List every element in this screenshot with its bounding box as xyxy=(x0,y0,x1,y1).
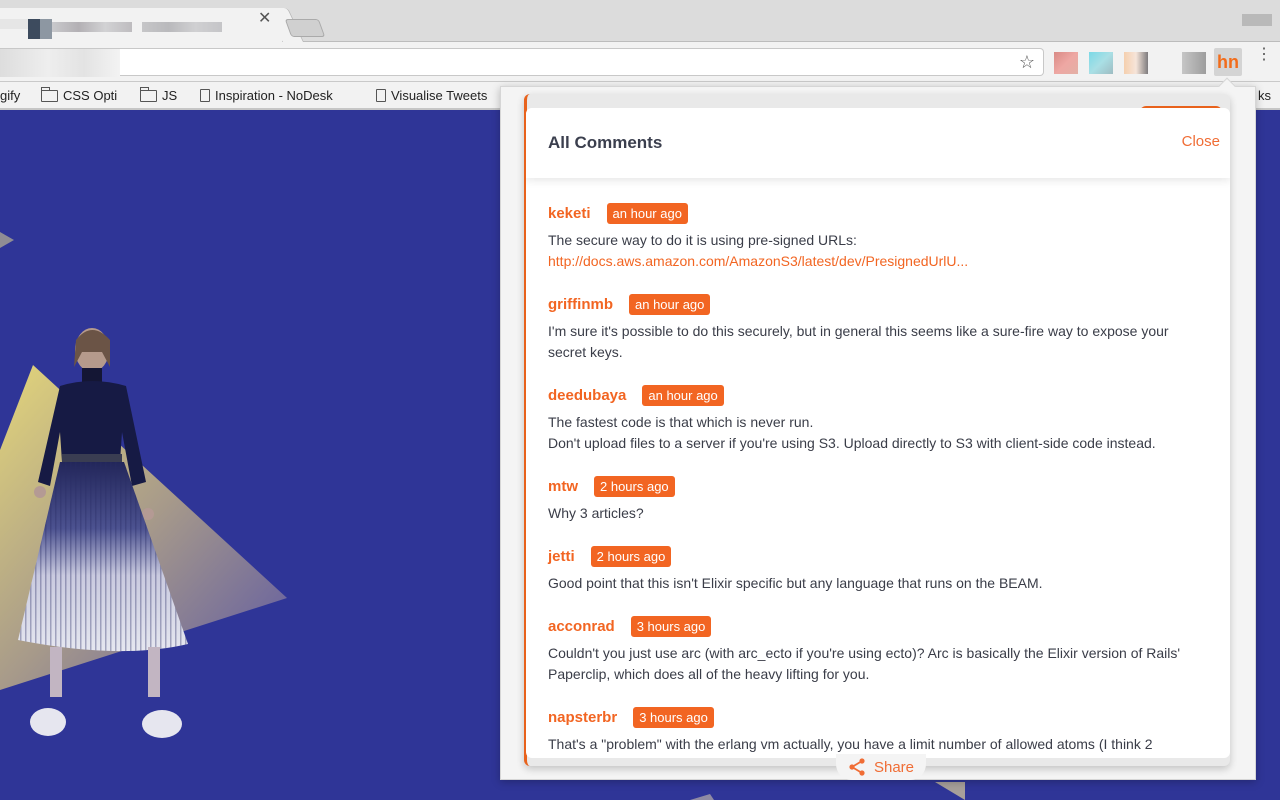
comment-body: That's a "problem" with the erlang vm ac… xyxy=(548,734,1208,755)
comment-username[interactable]: mtw xyxy=(548,478,578,495)
bookmark-label: gify xyxy=(0,88,21,103)
comment-header: acconrad 3 hours ago xyxy=(548,615,1208,637)
decorative-triangle-small xyxy=(0,232,14,248)
comment-username[interactable]: jetti xyxy=(548,548,575,565)
page-icon xyxy=(376,89,386,102)
bookmark-label: Visualise Tweets xyxy=(391,88,488,103)
modal-header: All Comments Close xyxy=(526,108,1230,178)
fashion-model-image xyxy=(18,328,188,738)
share-icon xyxy=(849,758,865,776)
page-icon xyxy=(200,89,210,102)
bookmark-label: ks xyxy=(1258,88,1271,103)
comment-text-line: That's a "problem" with the erlang vm ac… xyxy=(548,736,1153,752)
tab-strip: ✕ xyxy=(0,0,1280,42)
url-blurred xyxy=(0,49,120,77)
extension-icon-3[interactable] xyxy=(1124,52,1148,74)
comment-username[interactable]: deedubaya xyxy=(548,387,626,404)
comment-body: Couldn't you just use arc (with arc_ecto… xyxy=(548,643,1208,685)
comment-link[interactable]: http://docs.aws.amazon.com/AmazonS3/late… xyxy=(548,251,1208,272)
extension-icon-4[interactable] xyxy=(1182,52,1206,74)
comment-text-line: Good point that this isn't Elixir specif… xyxy=(548,575,1043,591)
bookmark-label: CSS Opti xyxy=(63,88,118,103)
comment-item: mtw 2 hours ago Why 3 articles? xyxy=(548,475,1208,524)
comment-text-line: Why 3 articles? xyxy=(548,505,644,521)
comment-timestamp-badge[interactable]: an hour ago xyxy=(629,293,711,315)
comment-timestamp-badge[interactable]: an hour ago xyxy=(642,384,724,406)
tab-close-icon[interactable]: ✕ xyxy=(258,8,271,28)
comment-text-line: The fastest code is that which is never … xyxy=(548,414,814,430)
comment-timestamp-badge[interactable]: 2 hours ago xyxy=(590,545,672,567)
comment-text-line: The secure way to do it is using pre-sig… xyxy=(548,232,857,248)
comment-body: The fastest code is that which is never … xyxy=(548,412,1208,454)
comment-item: acconrad 3 hours ago Couldn't you just use… xyxy=(548,615,1208,685)
comment-item: napsterbr 3 hours ago That's a "problem" w… xyxy=(548,706,1208,755)
comments-modal: All Comments Close keketi an hour ago The … xyxy=(526,108,1230,758)
comments-list[interactable]: keketi an hour ago The secure way to do it… xyxy=(526,178,1230,758)
bookmark-folder[interactable]: JS xyxy=(140,86,178,103)
bookmark-label: Inspiration - NoDesk xyxy=(215,88,333,103)
share-button[interactable]: Share xyxy=(836,754,926,780)
window-control-blurred xyxy=(1242,14,1272,26)
bookmark-item[interactable]: gify xyxy=(0,88,20,103)
comment-username[interactable]: griffinmb xyxy=(548,296,613,313)
comment-item: griffinmb an hour ago I'm sure it's possib… xyxy=(548,293,1208,363)
comment-username[interactable]: acconrad xyxy=(548,618,615,635)
tab-title-blurred xyxy=(0,14,250,39)
screen: ✕ ☆ hn ⋮ gify CSS Opti JS Inspiration - xyxy=(0,0,1280,800)
comment-text-line: secret keys. xyxy=(548,344,623,360)
decorative-shards xyxy=(690,782,965,800)
extension-icon-2[interactable] xyxy=(1089,52,1113,74)
share-label: Share xyxy=(873,758,915,776)
modal-title: All Comments xyxy=(548,133,663,152)
comment-body: The secure way to do it is using pre-sig… xyxy=(548,230,1208,272)
comment-header: mtw 2 hours ago xyxy=(548,475,1208,497)
bookmark-item[interactable]: ks xyxy=(1258,88,1271,103)
hacker-news-extension-icon[interactable]: hn xyxy=(1214,48,1242,76)
bookmark-item[interactable]: Visualise Tweets xyxy=(376,88,487,103)
folder-icon xyxy=(140,86,157,102)
comment-header: griffinmb an hour ago xyxy=(548,293,1208,315)
bookmark-star-icon[interactable]: ☆ xyxy=(1019,52,1035,73)
comment-body: Good point that this isn't Elixir specif… xyxy=(548,573,1208,594)
comment-timestamp-badge[interactable]: 2 hours ago xyxy=(594,475,675,497)
comment-item: deedubaya an hour ago The fastest code is … xyxy=(548,384,1208,454)
browser-toolbar: ☆ hn ⋮ xyxy=(0,42,1280,82)
address-bar[interactable]: ☆ xyxy=(0,48,1044,77)
comment-header: napsterbr 3 hours ago xyxy=(548,706,1208,728)
comment-header: keketi an hour ago xyxy=(548,202,1208,224)
comment-body: I'm sure it's possible to do this secure… xyxy=(548,321,1208,363)
comment-text-line: Paperclip, which does all of the heavy l… xyxy=(548,666,870,682)
comment-timestamp-badge[interactable]: an hour ago xyxy=(606,202,688,224)
comment-item: jetti 2 hours ago Good point that this isn… xyxy=(548,545,1208,594)
bookmark-folder[interactable]: CSS Opti xyxy=(41,86,118,103)
bookmark-item[interactable]: Inspiration - NoDesk xyxy=(200,88,333,103)
active-tab[interactable] xyxy=(0,8,282,42)
comment-item: keketi an hour ago The secure way to do it… xyxy=(548,202,1208,272)
comment-timestamp-badge[interactable]: 3 hours ago xyxy=(633,706,714,728)
comment-text-line: Couldn't you just use arc (with arc_ecto… xyxy=(548,645,1181,661)
comment-header: deedubaya an hour ago xyxy=(548,384,1208,406)
folder-icon xyxy=(41,86,58,102)
extension-icon-1[interactable] xyxy=(1054,52,1078,74)
comment-text-line: Don't upload files to a server if you're… xyxy=(548,435,1156,451)
comment-username[interactable]: napsterbr xyxy=(548,709,617,726)
comment-body: Why 3 articles? xyxy=(548,503,1208,524)
comment-timestamp-badge[interactable]: 3 hours ago xyxy=(630,615,712,637)
bookmark-label: JS xyxy=(162,88,178,103)
comment-header: jetti 2 hours ago xyxy=(548,545,1208,567)
comment-text-line: I'm sure it's possible to do this secure… xyxy=(548,323,1169,339)
close-button[interactable]: Close xyxy=(1182,133,1220,150)
comment-username[interactable]: keketi xyxy=(548,205,591,222)
browser-menu-icon[interactable]: ⋮ xyxy=(1256,47,1272,63)
new-tab-button[interactable] xyxy=(284,19,326,37)
